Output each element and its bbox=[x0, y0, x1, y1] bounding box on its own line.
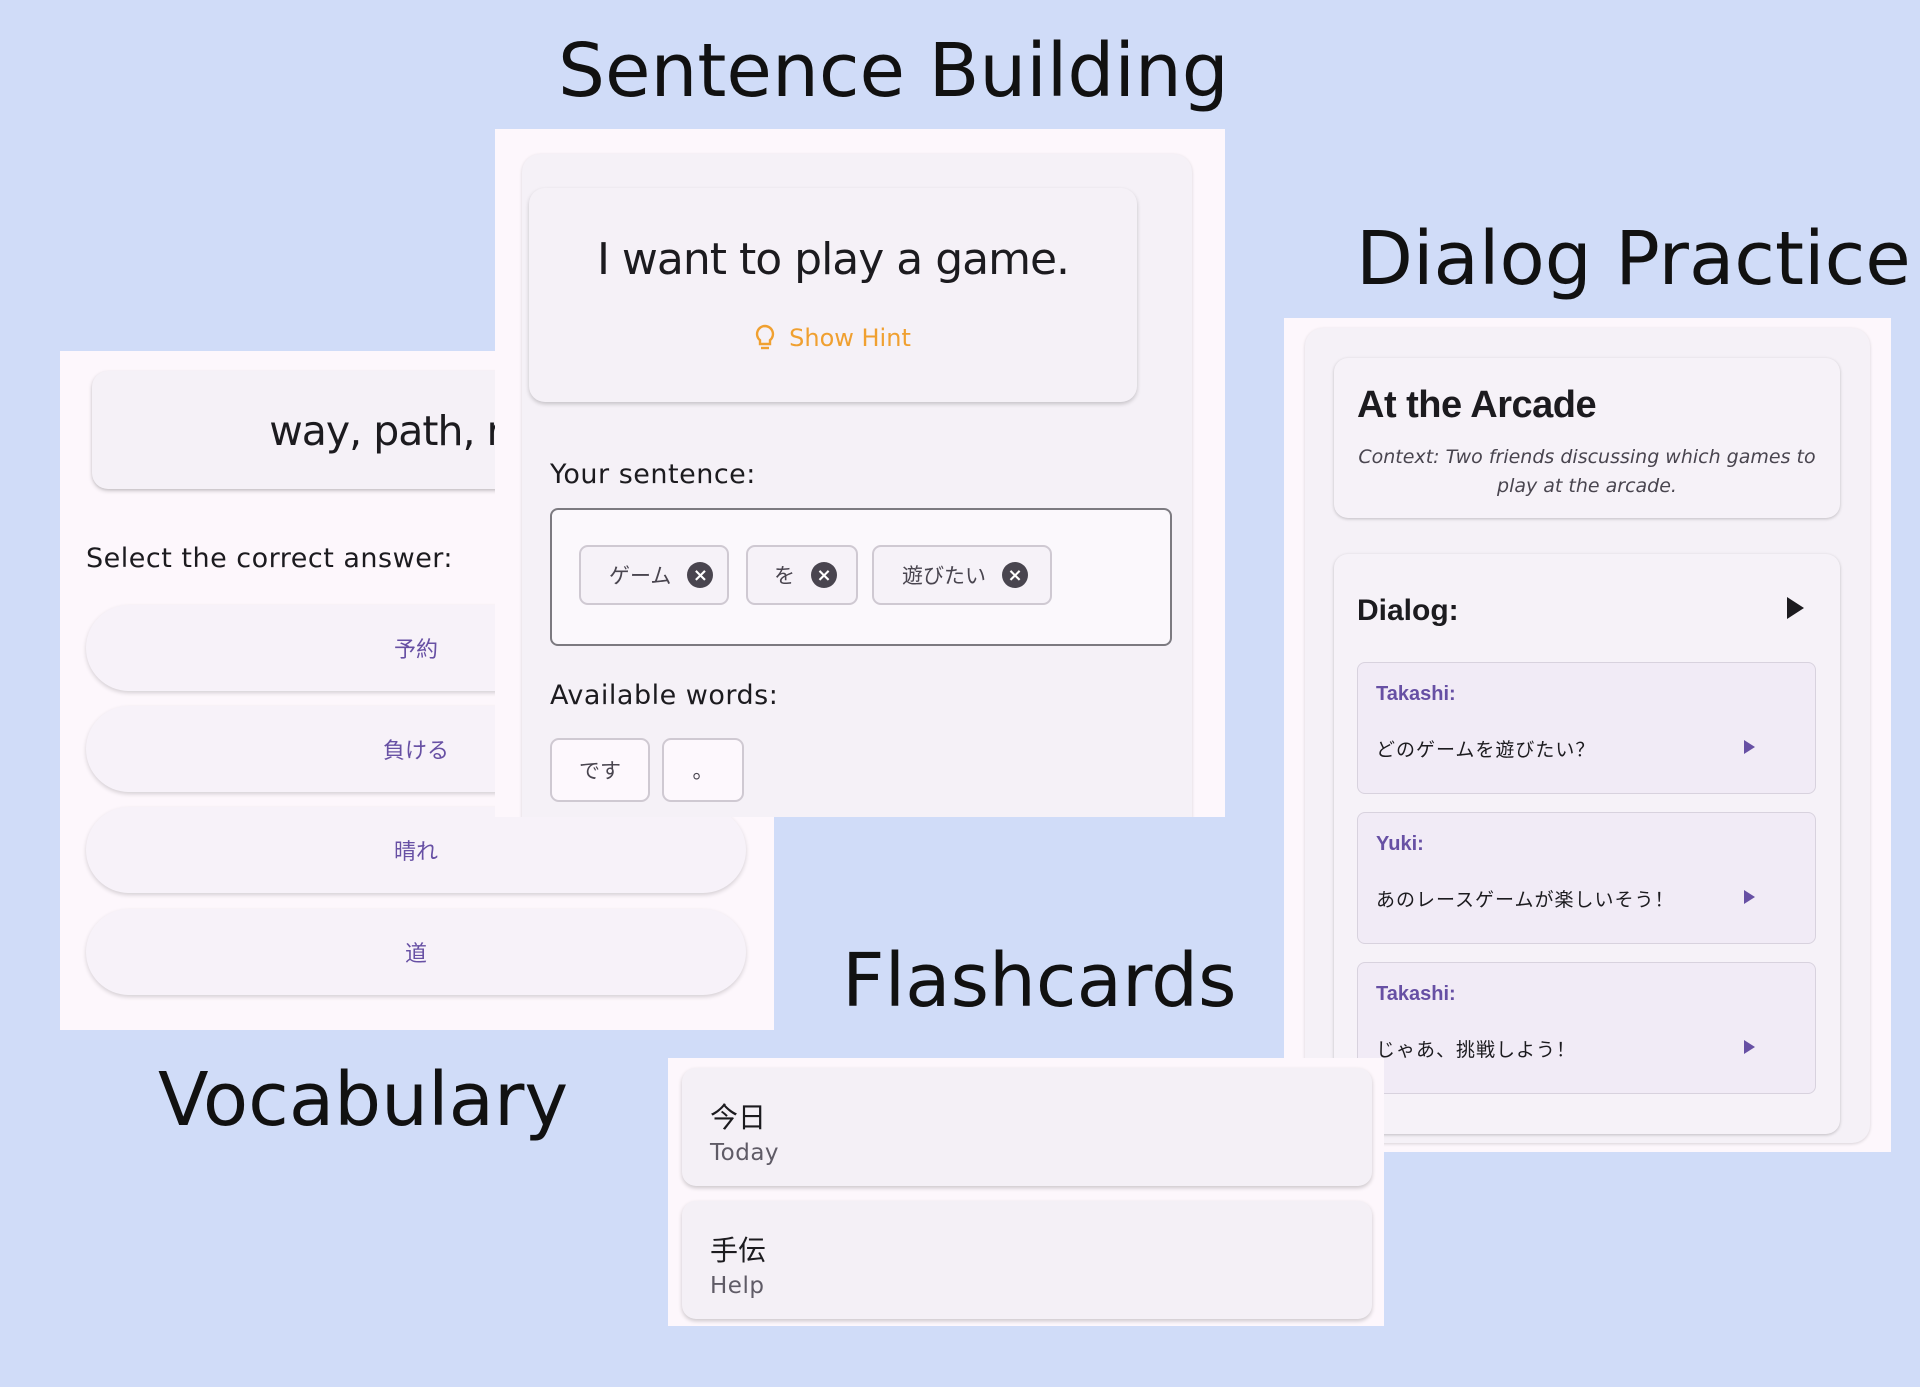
dialog-line: Takashi: どのゲームを遊びたい？ bbox=[1357, 662, 1816, 794]
show-hint-label: Show Hint bbox=[789, 324, 911, 352]
available-word-chip[interactable]: 。 bbox=[662, 738, 744, 802]
dialog-line: Yuki: あのレースゲームが楽しいそう！ bbox=[1357, 812, 1816, 944]
scene-card: At the Arcade Context: Two friends discu… bbox=[1334, 358, 1840, 518]
selected-word-chip[interactable]: を × bbox=[746, 545, 858, 605]
selected-word-chip[interactable]: 遊びたい × bbox=[872, 545, 1052, 605]
remove-icon[interactable]: × bbox=[1002, 562, 1028, 588]
heading-dialog-practice: Dialog Practice bbox=[1356, 216, 1911, 302]
dialog-line: Takashi: じゃあ、挑戦しよう！ bbox=[1357, 962, 1816, 1094]
show-hint-button[interactable]: Show Hint bbox=[529, 324, 1137, 352]
speaker-name: Yuki: bbox=[1376, 833, 1424, 855]
flashcard-english: Help bbox=[710, 1273, 765, 1299]
line-text: あのレースゲームが楽しいそう！ bbox=[1376, 889, 1675, 911]
chip-label: です bbox=[579, 759, 621, 783]
available-words-label: Available words: bbox=[550, 680, 779, 711]
chip-label: を bbox=[774, 564, 795, 588]
flashcard-english: Today bbox=[710, 1140, 780, 1166]
play-line-icon[interactable] bbox=[1744, 740, 1755, 754]
chip-label: ゲーム bbox=[609, 564, 672, 588]
line-text: じゃあ、挑戦しよう！ bbox=[1376, 1039, 1577, 1061]
line-text: どのゲームを遊びたい？ bbox=[1376, 739, 1596, 761]
play-icon[interactable] bbox=[1787, 597, 1804, 619]
available-word-chip[interactable]: です bbox=[550, 738, 650, 802]
flashcard[interactable]: 今日 Today bbox=[682, 1068, 1372, 1186]
chip-label: 遊びたい bbox=[902, 564, 986, 588]
scene-title: At the Arcade bbox=[1357, 384, 1597, 426]
heading-flashcards: Flashcards bbox=[842, 938, 1237, 1024]
sentence-answer-box[interactable]: ゲーム × を × 遊びたい × bbox=[550, 508, 1172, 646]
remove-icon[interactable]: × bbox=[687, 562, 714, 588]
heading-vocabulary: Vocabulary bbox=[158, 1057, 569, 1143]
flashcard-japanese: 今日 bbox=[710, 1101, 767, 1134]
heading-sentence-building: Sentence Building bbox=[558, 28, 1229, 114]
vocab-prompt: Select the correct answer: bbox=[86, 543, 454, 574]
dialog-card: Dialog: Takashi: どのゲームを遊びたい？ Yuki: あのレース… bbox=[1334, 554, 1840, 1134]
dialog-practice-screen: At the Arcade Context: Two friends discu… bbox=[1284, 318, 1891, 1152]
answer-option[interactable]: 晴れ bbox=[86, 807, 746, 893]
sentence-building-screen: I want to play a game. Show Hint Your se… bbox=[495, 129, 1225, 817]
target-sentence: I want to play a game. bbox=[596, 234, 1070, 285]
scene-context: Context: Two friends discussing which ga… bbox=[1358, 446, 1816, 497]
answer-option[interactable]: 道 bbox=[86, 909, 746, 995]
your-sentence-label: Your sentence: bbox=[550, 459, 756, 490]
chip-label: 。 bbox=[692, 759, 714, 783]
play-line-icon[interactable] bbox=[1744, 1040, 1755, 1054]
lightbulb-icon bbox=[756, 324, 775, 350]
flashcard[interactable]: 手伝 Help bbox=[682, 1201, 1372, 1319]
answer-option-label: 晴れ bbox=[393, 840, 438, 865]
answer-option-label: 道 bbox=[404, 942, 427, 967]
play-line-icon[interactable] bbox=[1744, 890, 1755, 904]
answer-option-label: 負ける bbox=[382, 739, 449, 764]
dialog-label: Dialog: bbox=[1357, 594, 1459, 627]
flashcard-japanese: 手伝 bbox=[710, 1234, 767, 1267]
speaker-name: Takashi: bbox=[1376, 683, 1456, 705]
target-sentence-card: I want to play a game. Show Hint bbox=[529, 188, 1137, 402]
flashcards-screen: 今日 Today 手伝 Help bbox=[668, 1058, 1384, 1326]
selected-word-chip[interactable]: ゲーム × bbox=[579, 545, 729, 605]
answer-option-label: 予約 bbox=[393, 638, 438, 663]
speaker-name: Takashi: bbox=[1376, 983, 1456, 1005]
remove-icon[interactable]: × bbox=[811, 562, 837, 588]
